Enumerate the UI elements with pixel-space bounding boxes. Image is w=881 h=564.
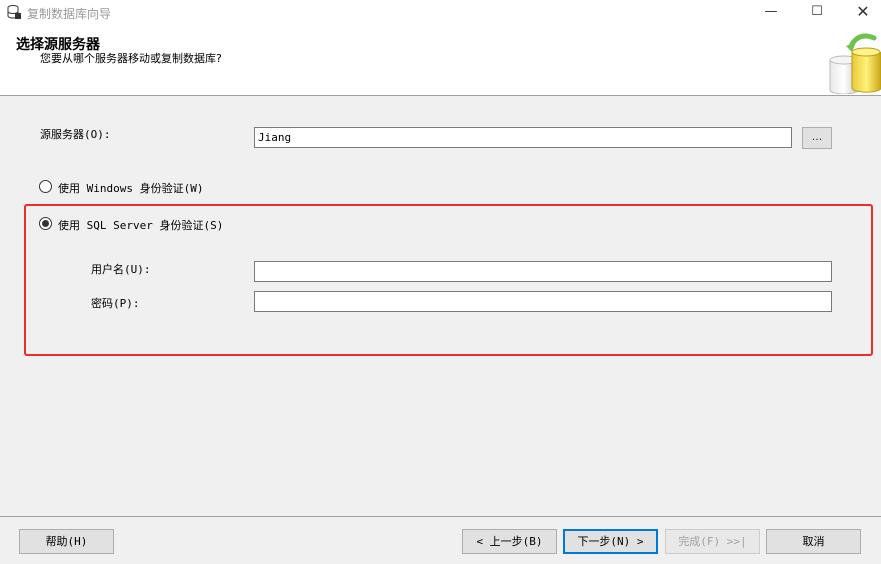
password-input[interactable] bbox=[254, 291, 832, 312]
next-button[interactable]: 下一步(N) > bbox=[563, 529, 658, 554]
cancel-button[interactable]: 取消 bbox=[766, 529, 861, 554]
finish-button[interactable]: 完成(F) >>| bbox=[665, 529, 760, 554]
username-input[interactable] bbox=[254, 261, 832, 282]
username-label: 用户名(U): bbox=[91, 263, 151, 276]
window-title: 复制数据库向导 bbox=[27, 7, 112, 21]
source-server-label: 源服务器(O): bbox=[40, 128, 111, 141]
close-button[interactable]: ✕ bbox=[840, 0, 881, 25]
database-copy-icon bbox=[829, 33, 881, 94]
password-label: 密码(P): bbox=[91, 297, 140, 310]
maximize-button[interactable]: ☐ bbox=[794, 0, 840, 25]
sql-auth-radio[interactable] bbox=[39, 217, 52, 230]
footer-divider bbox=[0, 516, 881, 517]
source-server-input[interactable]: Jiang bbox=[254, 127, 792, 148]
page-subtitle: 您要从哪个服务器移动或复制数据库? bbox=[40, 52, 222, 65]
minimize-button[interactable]: — bbox=[748, 0, 794, 25]
back-button[interactable]: < 上一步(B) bbox=[462, 529, 557, 554]
sql-auth-label: 使用 SQL Server 身份验证(S) bbox=[58, 219, 224, 232]
help-button[interactable]: 帮助(H) bbox=[19, 529, 114, 554]
database-icon bbox=[7, 5, 21, 19]
title-bar: 复制数据库向导 — ☐ ✕ bbox=[0, 0, 881, 25]
windows-auth-radio[interactable] bbox=[39, 180, 52, 193]
browse-server-button[interactable]: ... bbox=[802, 127, 832, 149]
wizard-header: 选择源服务器 您要从哪个服务器移动或复制数据库? bbox=[0, 25, 881, 96]
windows-auth-label: 使用 Windows 身份验证(W) bbox=[58, 182, 204, 195]
